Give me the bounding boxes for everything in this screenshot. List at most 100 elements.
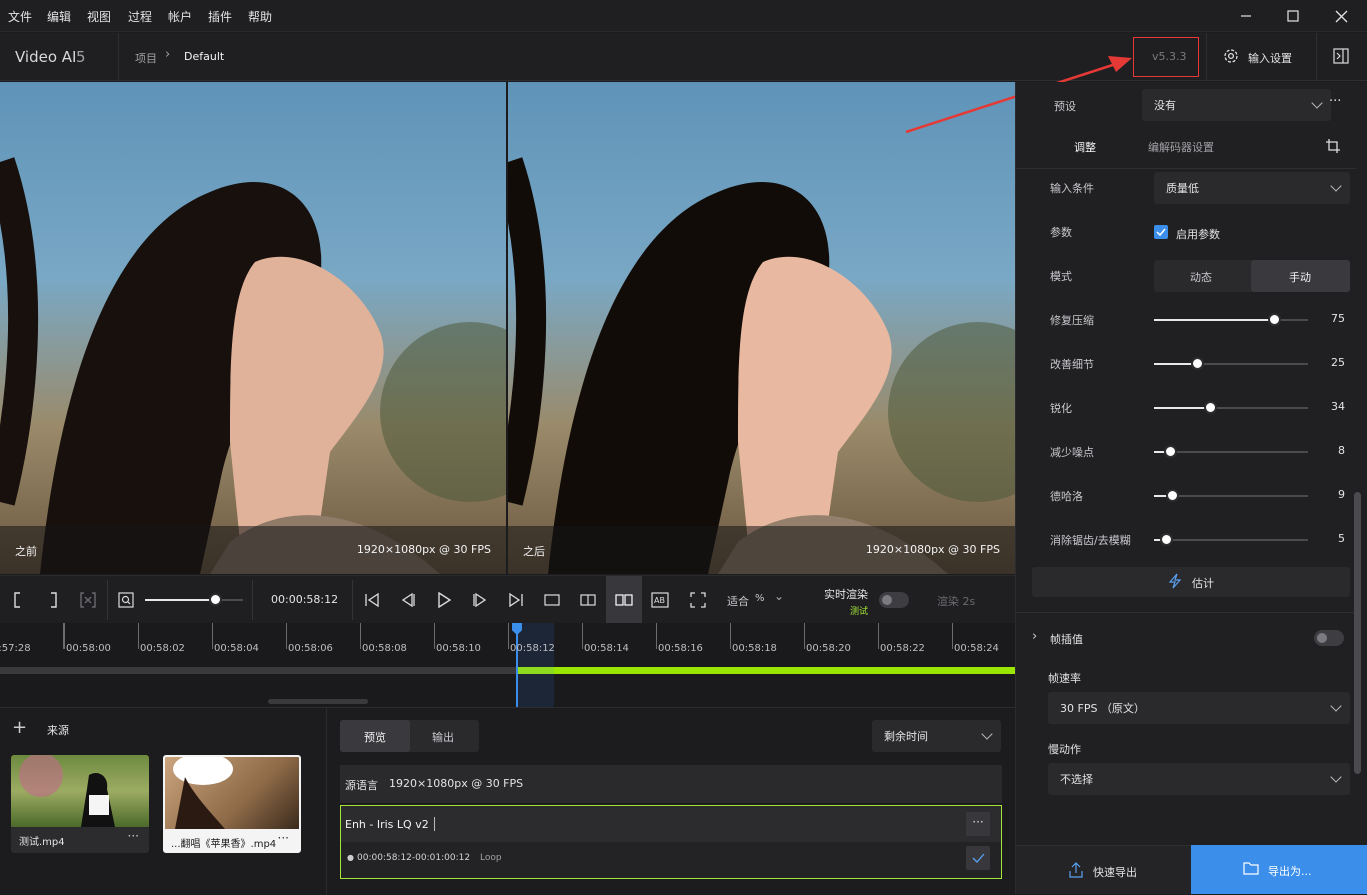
export-as-button[interactable]: 导出为... bbox=[1191, 845, 1367, 894]
menu-file[interactable]: 文件 bbox=[8, 8, 32, 25]
zoom-slider-knob[interactable] bbox=[209, 593, 222, 606]
timeline-tick-label: 00:58:04 bbox=[214, 643, 259, 654]
timeline[interactable]: 0:57:28 00:58:00 00:58:02 00:58:04 00:58:06 0… bbox=[0, 623, 1015, 707]
mark-in-icon[interactable] bbox=[2, 584, 34, 616]
play-icon[interactable] bbox=[428, 584, 460, 616]
timeline-tick-label: 00:58:06 bbox=[288, 643, 333, 654]
skip-start-icon[interactable] bbox=[356, 584, 388, 616]
timeline-tick-label: 00:58:12 bbox=[510, 643, 555, 654]
source-lang-label: 源语言 bbox=[345, 779, 378, 792]
menu-edit[interactable]: 编辑 bbox=[47, 8, 71, 25]
crop-icon[interactable] bbox=[1325, 138, 1341, 157]
slider-value[interactable]: 5 bbox=[1338, 532, 1345, 545]
timeline-tick bbox=[360, 623, 361, 649]
more-icon[interactable]: ··· bbox=[966, 812, 990, 836]
frame-interp-toggle[interactable] bbox=[1314, 630, 1344, 646]
tab-codec[interactable]: 编解码器设置 bbox=[1148, 139, 1214, 155]
estimate-button[interactable]: 估计 bbox=[1032, 567, 1350, 597]
more-icon[interactable]: ··· bbox=[1329, 94, 1341, 109]
render-duration: 渲染 2s bbox=[937, 595, 976, 608]
slider-value[interactable]: 25 bbox=[1331, 356, 1345, 369]
tab-output[interactable]: 输出 bbox=[432, 729, 454, 745]
slowmo-dropdown[interactable]: 不选择 bbox=[1048, 763, 1350, 795]
mode-segmented: 动态 手动 bbox=[1154, 260, 1350, 292]
adjust-slider[interactable] bbox=[1154, 357, 1308, 370]
input-condition-label: 输入条件 bbox=[1050, 182, 1094, 195]
clear-marks-icon[interactable] bbox=[72, 584, 104, 616]
adjust-slider[interactable] bbox=[1154, 401, 1308, 414]
compare-ab-icon[interactable]: AB bbox=[644, 584, 676, 616]
panel-toggle-icon[interactable] bbox=[1333, 48, 1349, 67]
slider-value[interactable]: 75 bbox=[1331, 312, 1345, 325]
slider-knob[interactable] bbox=[1164, 445, 1177, 458]
split-view-icon[interactable] bbox=[572, 584, 604, 616]
tab-adjust[interactable]: 调整 bbox=[1074, 139, 1096, 155]
input-condition-dropdown[interactable]: 质量低 bbox=[1154, 172, 1350, 204]
sources-title: 来源 bbox=[47, 724, 69, 737]
chevron-down-icon bbox=[981, 728, 993, 740]
source-filename: 测试.mp4 bbox=[19, 837, 65, 848]
realtime-toggle[interactable] bbox=[879, 592, 909, 608]
fps-dropdown[interactable]: 30 FPS （原文） bbox=[1048, 692, 1350, 724]
preview-after[interactable]: 之后 1920×1080px @ 30 FPS bbox=[508, 82, 1015, 574]
params-checkbox[interactable] bbox=[1154, 225, 1168, 239]
side-by-side-icon[interactable] bbox=[606, 576, 642, 624]
breadcrumb-root[interactable]: 项目 bbox=[135, 50, 157, 66]
enhancement-range: 00:00:58:12-00:01:00:12 bbox=[357, 853, 471, 863]
check-icon[interactable] bbox=[966, 846, 990, 870]
menu-plugins[interactable]: 插件 bbox=[208, 8, 232, 25]
remaining-time-dropdown[interactable]: 剩余时间 bbox=[872, 720, 1001, 752]
settings-panel: 预设 没有 ··· 调整 编解码器设置 输入条件 质量低 参数 启用参数 模式 … bbox=[1015, 82, 1367, 894]
zoom-slider[interactable] bbox=[145, 593, 243, 606]
gear-icon[interactable] bbox=[1223, 48, 1239, 67]
slider-knob[interactable] bbox=[1166, 489, 1179, 502]
tab-preview[interactable]: 预览 bbox=[364, 729, 386, 745]
enhancement-card[interactable]: Enh - Iris LQ v2 ··· ● 00:00:58:12-00:01… bbox=[340, 805, 1002, 879]
menu-process[interactable]: 过程 bbox=[128, 8, 152, 25]
mode-manual[interactable]: 手动 bbox=[1289, 269, 1311, 285]
timeline-scrollbar[interactable] bbox=[268, 699, 368, 704]
fit-dropdown[interactable]: 适合 bbox=[727, 593, 749, 609]
timecode[interactable]: 00:00:58:12 bbox=[271, 593, 338, 606]
preview-before[interactable]: 之前 1920×1080px @ 30 FPS bbox=[0, 82, 506, 574]
more-icon[interactable]: ··· bbox=[128, 829, 139, 843]
source-thumbnail-selected[interactable]: ...翻唱《苹果香》.mp4 ··· bbox=[163, 755, 301, 853]
menu-view[interactable]: 视图 bbox=[87, 8, 111, 25]
fullscreen-icon[interactable] bbox=[682, 584, 714, 616]
slider-value[interactable]: 34 bbox=[1331, 400, 1345, 413]
menu-account[interactable]: 帐户 bbox=[168, 8, 192, 25]
slider-value[interactable]: 8 bbox=[1338, 444, 1345, 457]
menu-help[interactable]: 帮助 bbox=[248, 8, 272, 25]
next-frame-icon[interactable] bbox=[464, 584, 496, 616]
slider-knob[interactable] bbox=[1160, 533, 1173, 546]
more-icon[interactable]: ··· bbox=[278, 831, 289, 845]
mark-out-icon[interactable] bbox=[37, 584, 69, 616]
timeline-tick-label: 00:58:20 bbox=[806, 643, 851, 654]
quick-export-button[interactable]: 快速导出 bbox=[1016, 845, 1191, 894]
skip-end-icon[interactable] bbox=[500, 584, 532, 616]
adjust-slider[interactable] bbox=[1154, 313, 1308, 326]
single-view-icon[interactable] bbox=[536, 584, 568, 616]
adjust-slider[interactable] bbox=[1154, 445, 1308, 458]
zoom-icon[interactable] bbox=[110, 584, 142, 616]
adjust-slider[interactable] bbox=[1154, 533, 1308, 546]
playhead[interactable] bbox=[516, 623, 518, 707]
adjust-slider[interactable] bbox=[1154, 489, 1308, 502]
chevron-down-icon[interactable]: ⌄ bbox=[774, 589, 784, 603]
source-info-row: 源语言 1920×1080px @ 30 FPS bbox=[340, 765, 1002, 803]
minimize-icon[interactable] bbox=[1232, 4, 1260, 28]
close-icon[interactable] bbox=[1327, 4, 1355, 28]
source-thumbnail[interactable]: 测试.mp4 ··· bbox=[11, 755, 149, 853]
slider-knob[interactable] bbox=[1268, 313, 1281, 326]
chevron-right-icon[interactable]: › bbox=[1032, 629, 1037, 644]
slider-knob[interactable] bbox=[1191, 357, 1204, 370]
panel-scrollbar[interactable] bbox=[1354, 492, 1361, 774]
add-source-icon[interactable]: + bbox=[12, 717, 27, 738]
mode-auto[interactable]: 动态 bbox=[1190, 269, 1212, 285]
maximize-icon[interactable] bbox=[1279, 4, 1307, 28]
input-settings-button[interactable]: 输入设置 bbox=[1248, 50, 1292, 66]
preset-dropdown[interactable]: 没有 bbox=[1142, 89, 1331, 121]
prev-frame-icon[interactable] bbox=[392, 584, 424, 616]
slider-value[interactable]: 9 bbox=[1338, 488, 1345, 501]
slider-knob[interactable] bbox=[1204, 401, 1217, 414]
